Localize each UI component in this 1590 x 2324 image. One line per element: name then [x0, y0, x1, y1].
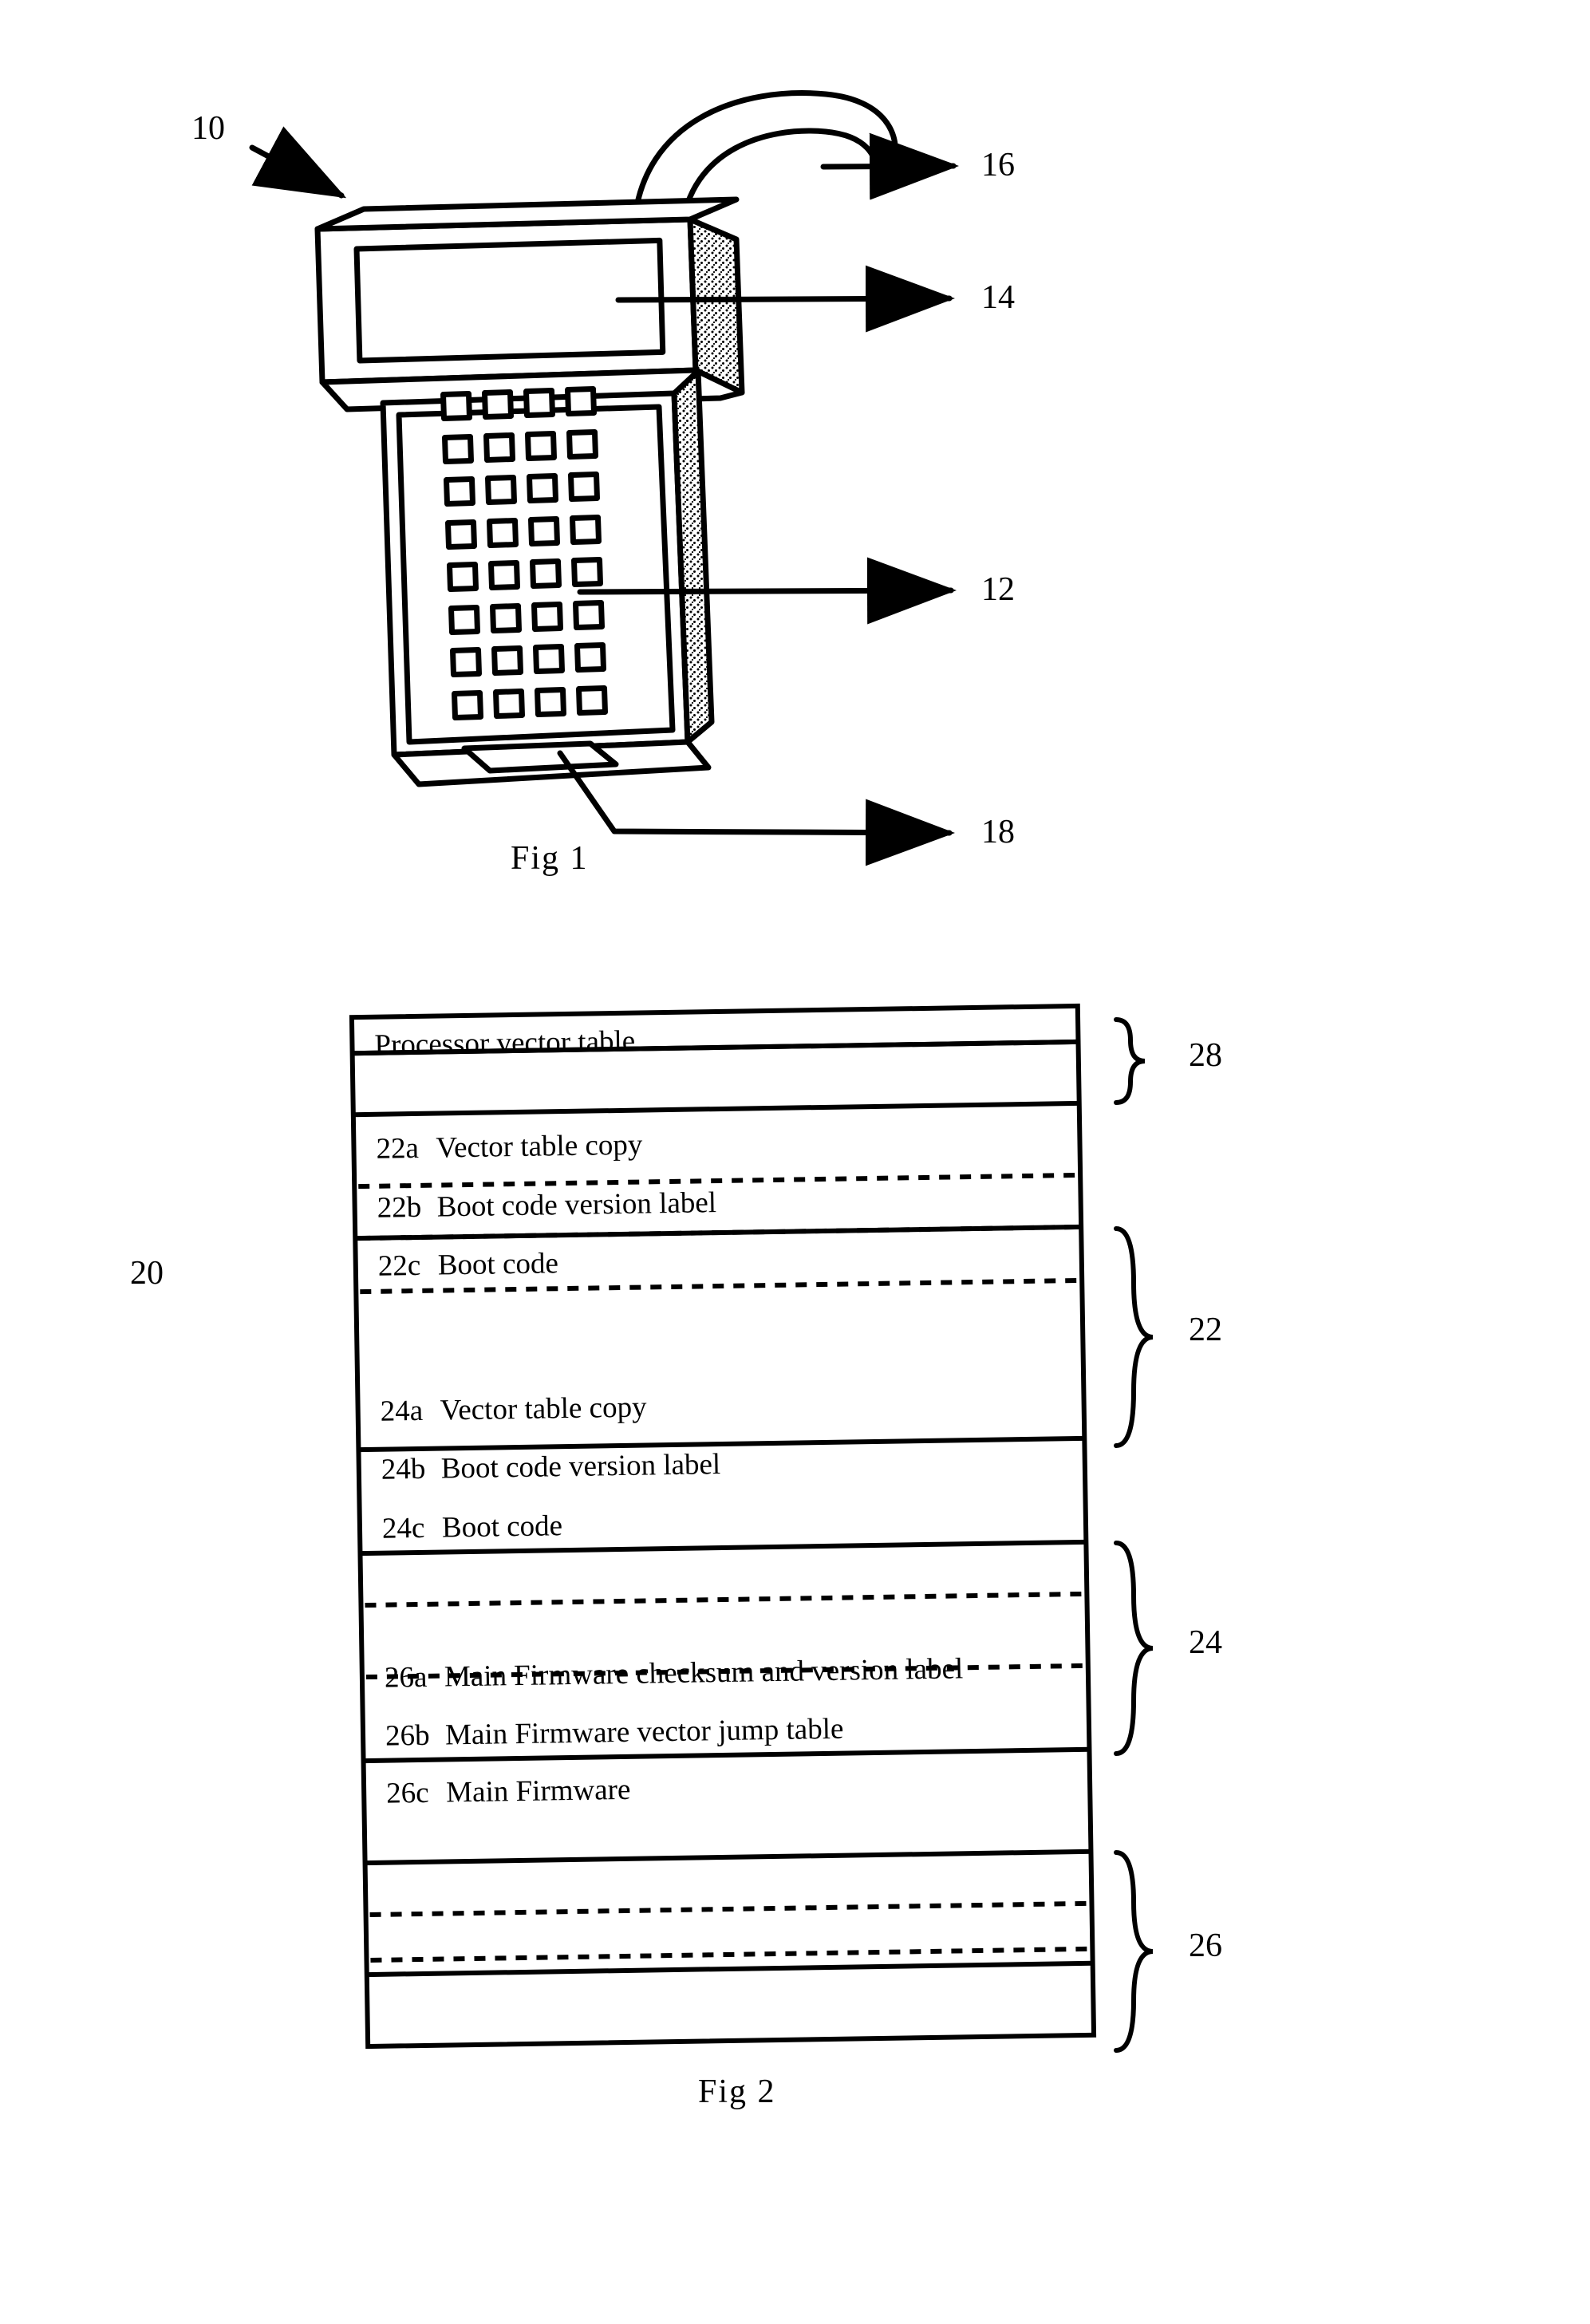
memory-row-text: Vector table copy [440, 1391, 647, 1427]
callout-leader-16 [820, 132, 959, 200]
memory-row: 24c Boot code [382, 1509, 563, 1546]
memory-row-text: Boot code version label [436, 1186, 717, 1224]
callout-leader-14 [615, 265, 955, 333]
figure-1-caption: Fig 1 [511, 840, 589, 877]
memory-row: 22a Vector table copy [376, 1128, 643, 1166]
memory-row-ref: 24a [380, 1394, 424, 1428]
brace-label-26: 26 [1189, 1927, 1222, 1964]
memory-row: 22b Boot code version label [377, 1186, 716, 1225]
callout-leader-12 [577, 557, 957, 625]
memory-row-ref: 22a [376, 1131, 420, 1166]
memory-row-ref: 22b [377, 1190, 422, 1225]
figure-1-device-drawing: 10 16 14 12 18 Fig 1 [0, 0, 1590, 917]
figure-2-caption: Fig 2 [698, 2073, 776, 2110]
brace-label-24: 24 [1189, 1624, 1222, 1661]
callout-label-12: 12 [981, 571, 1015, 608]
connector-port-shape [461, 740, 619, 774]
memory-row-text: Boot code [441, 1509, 563, 1545]
memory-row-ref: 24b [381, 1452, 426, 1486]
memory-row-ref: 26c [385, 1776, 429, 1810]
figure-1-svg [249, 90, 959, 866]
brace-label-22: 22 [1189, 1312, 1222, 1348]
callout-label-16: 16 [981, 147, 1015, 183]
callout-leader-10 [249, 126, 347, 199]
memory-row-ref: 24c [381, 1511, 425, 1545]
memory-row-text: Vector table copy [436, 1128, 643, 1165]
memory-row: 26b Main Firmware vector jump table [385, 1712, 844, 1754]
memory-row: Processor vector table [374, 1024, 635, 1063]
memory-row: 22c Boot code [377, 1246, 558, 1284]
figure-2-memory-map: Processor vector table 22a Vector table c… [0, 917, 1590, 2114]
memory-row-text: Main Firmware vector jump table [444, 1712, 844, 1752]
brace-label-28: 28 [1189, 1037, 1222, 1074]
callout-label-10: 10 [191, 110, 225, 147]
memory-row-text: Boot code version label [440, 1448, 721, 1486]
callout-label-18: 18 [981, 814, 1015, 850]
memory-row-text: Processor vector table [374, 1024, 636, 1062]
memory-row: 26c Main Firmware [386, 1773, 631, 1811]
memory-map-label-20: 20 [130, 1255, 164, 1292]
memory-row-ref: 26a [384, 1660, 428, 1695]
callout-label-14: 14 [981, 279, 1015, 316]
memory-row: 24a Vector table copy [380, 1390, 647, 1428]
memory-row-ref: 22c [377, 1249, 421, 1283]
memory-row-ref: 26b [385, 1718, 430, 1753]
memory-row-text: Boot code [437, 1247, 559, 1282]
memory-row: 26a Main Firmware checksum and version la… [385, 1651, 964, 1695]
memory-row: 24b Boot code version label [381, 1447, 721, 1487]
memory-row-text: Main Firmware [445, 1773, 631, 1809]
memory-row-text: Main Firmware checksum and version label [444, 1652, 964, 1694]
memory-map-text-layer: Processor vector table 22a Vector table c… [0, 904, 1590, 2125]
